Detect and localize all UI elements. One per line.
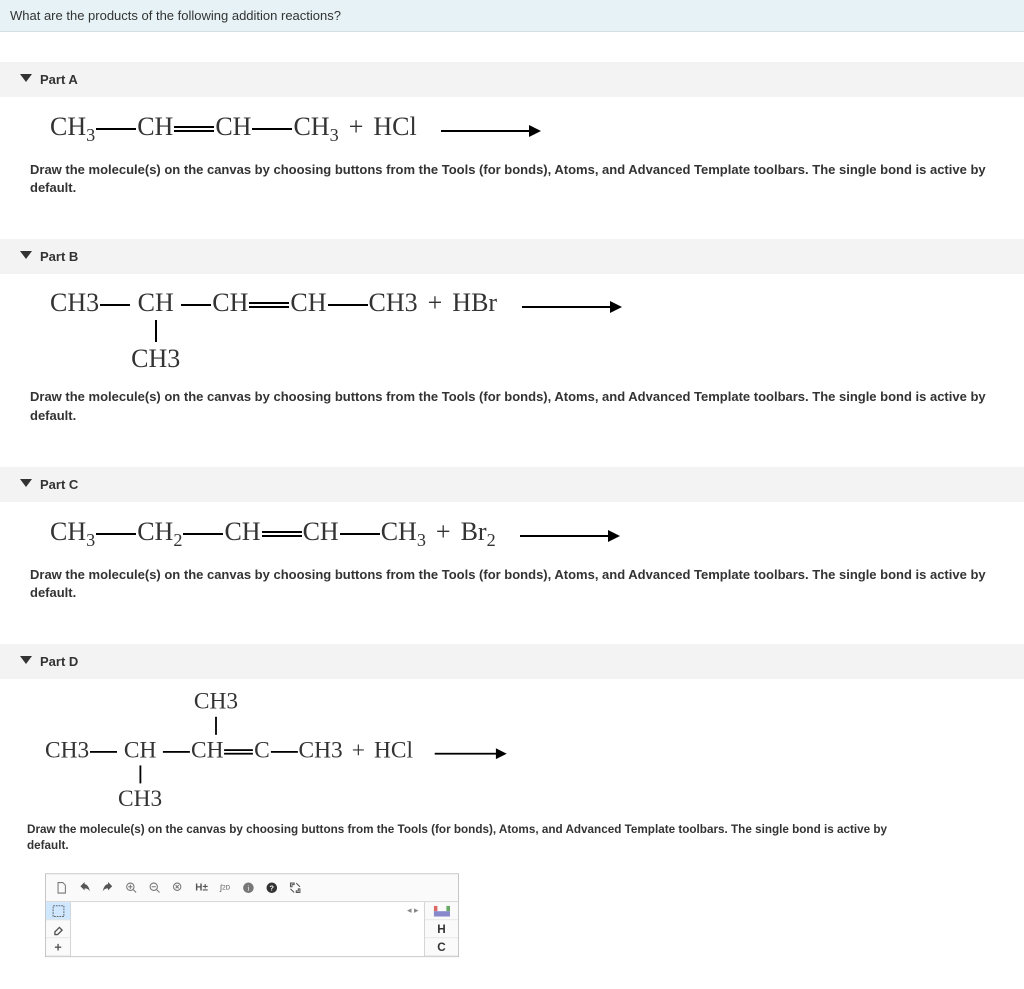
part-d-instruction: Draw the molecule(s) on the canvas by ch… [0, 821, 922, 865]
zoom-in-icon[interactable] [122, 878, 142, 898]
part-a-header[interactable]: Part A [0, 62, 1024, 97]
erase-icon[interactable] [46, 921, 70, 939]
part-c-header[interactable]: Part C [0, 467, 1024, 502]
zoom-fit-icon[interactable] [168, 878, 188, 898]
caret-down-icon [20, 74, 32, 82]
caret-down-icon [20, 251, 32, 259]
caret-down-icon [20, 479, 32, 487]
new-document-icon[interactable] [51, 878, 71, 898]
caret-down-icon [20, 656, 32, 664]
atom-c-button[interactable]: C [425, 939, 458, 957]
atom-h-button[interactable]: H [425, 921, 458, 939]
editor-toolbar: H± ∫2D i ? [46, 875, 458, 903]
part-d-header[interactable]: Part D [0, 644, 1024, 679]
part-d-formula: CH3 CH3 CH CH3 CHC CH3+HCl [0, 679, 922, 821]
part-a-title: Part A [40, 72, 78, 87]
part-b-title: Part B [40, 249, 78, 264]
part-b-instruction: Draw the molecule(s) on the canvas by ch… [0, 388, 1024, 436]
part-d-title: Part D [40, 654, 78, 669]
part-c-instruction: Draw the molecule(s) on the canvas by ch… [0, 566, 1024, 614]
reaction-arrow-icon [522, 290, 622, 320]
drawing-canvas[interactable]: ◂ ▸ [71, 903, 424, 957]
part-c-title: Part C [40, 477, 78, 492]
molecule-editor: H± ∫2D i ? + ◂ ▸ H C [45, 874, 459, 958]
view-2d-button[interactable]: ∫2D [215, 878, 235, 898]
svg-text:i: i [247, 884, 249, 893]
reaction-arrow-icon [520, 518, 620, 549]
fullscreen-icon[interactable] [285, 878, 305, 898]
help-icon[interactable]: ? [262, 878, 282, 898]
editor-tools-left: + [46, 903, 71, 957]
question-header: What are the products of the following a… [0, 0, 1024, 32]
part-a-formula: CH3CHCHCH3+HCl [0, 97, 1024, 161]
part-a-instruction: Draw the molecule(s) on the canvas by ch… [0, 161, 1024, 209]
add-tool-button[interactable]: + [46, 939, 70, 957]
marquee-select-icon[interactable] [46, 903, 70, 921]
reaction-arrow-icon [441, 113, 541, 144]
info-icon[interactable]: i [239, 878, 259, 898]
question-text: What are the products of the following a… [10, 8, 341, 23]
part-b-header[interactable]: Part B [0, 239, 1024, 274]
redo-icon[interactable] [98, 878, 118, 898]
part-b-formula: CH3 CH CH3 CHCHCH3+HBr [0, 274, 1024, 388]
h-plusminus-button[interactable]: H± [192, 878, 212, 898]
svg-text:?: ? [270, 884, 275, 893]
reaction-arrow-icon [435, 739, 507, 766]
part-c-formula: CH3CH2CHCHCH3+Br2 [0, 502, 1024, 566]
periodic-table-icon[interactable] [425, 903, 458, 921]
editor-atoms-right: H C [424, 903, 458, 957]
undo-icon[interactable] [75, 878, 95, 898]
zoom-out-icon[interactable] [145, 878, 165, 898]
